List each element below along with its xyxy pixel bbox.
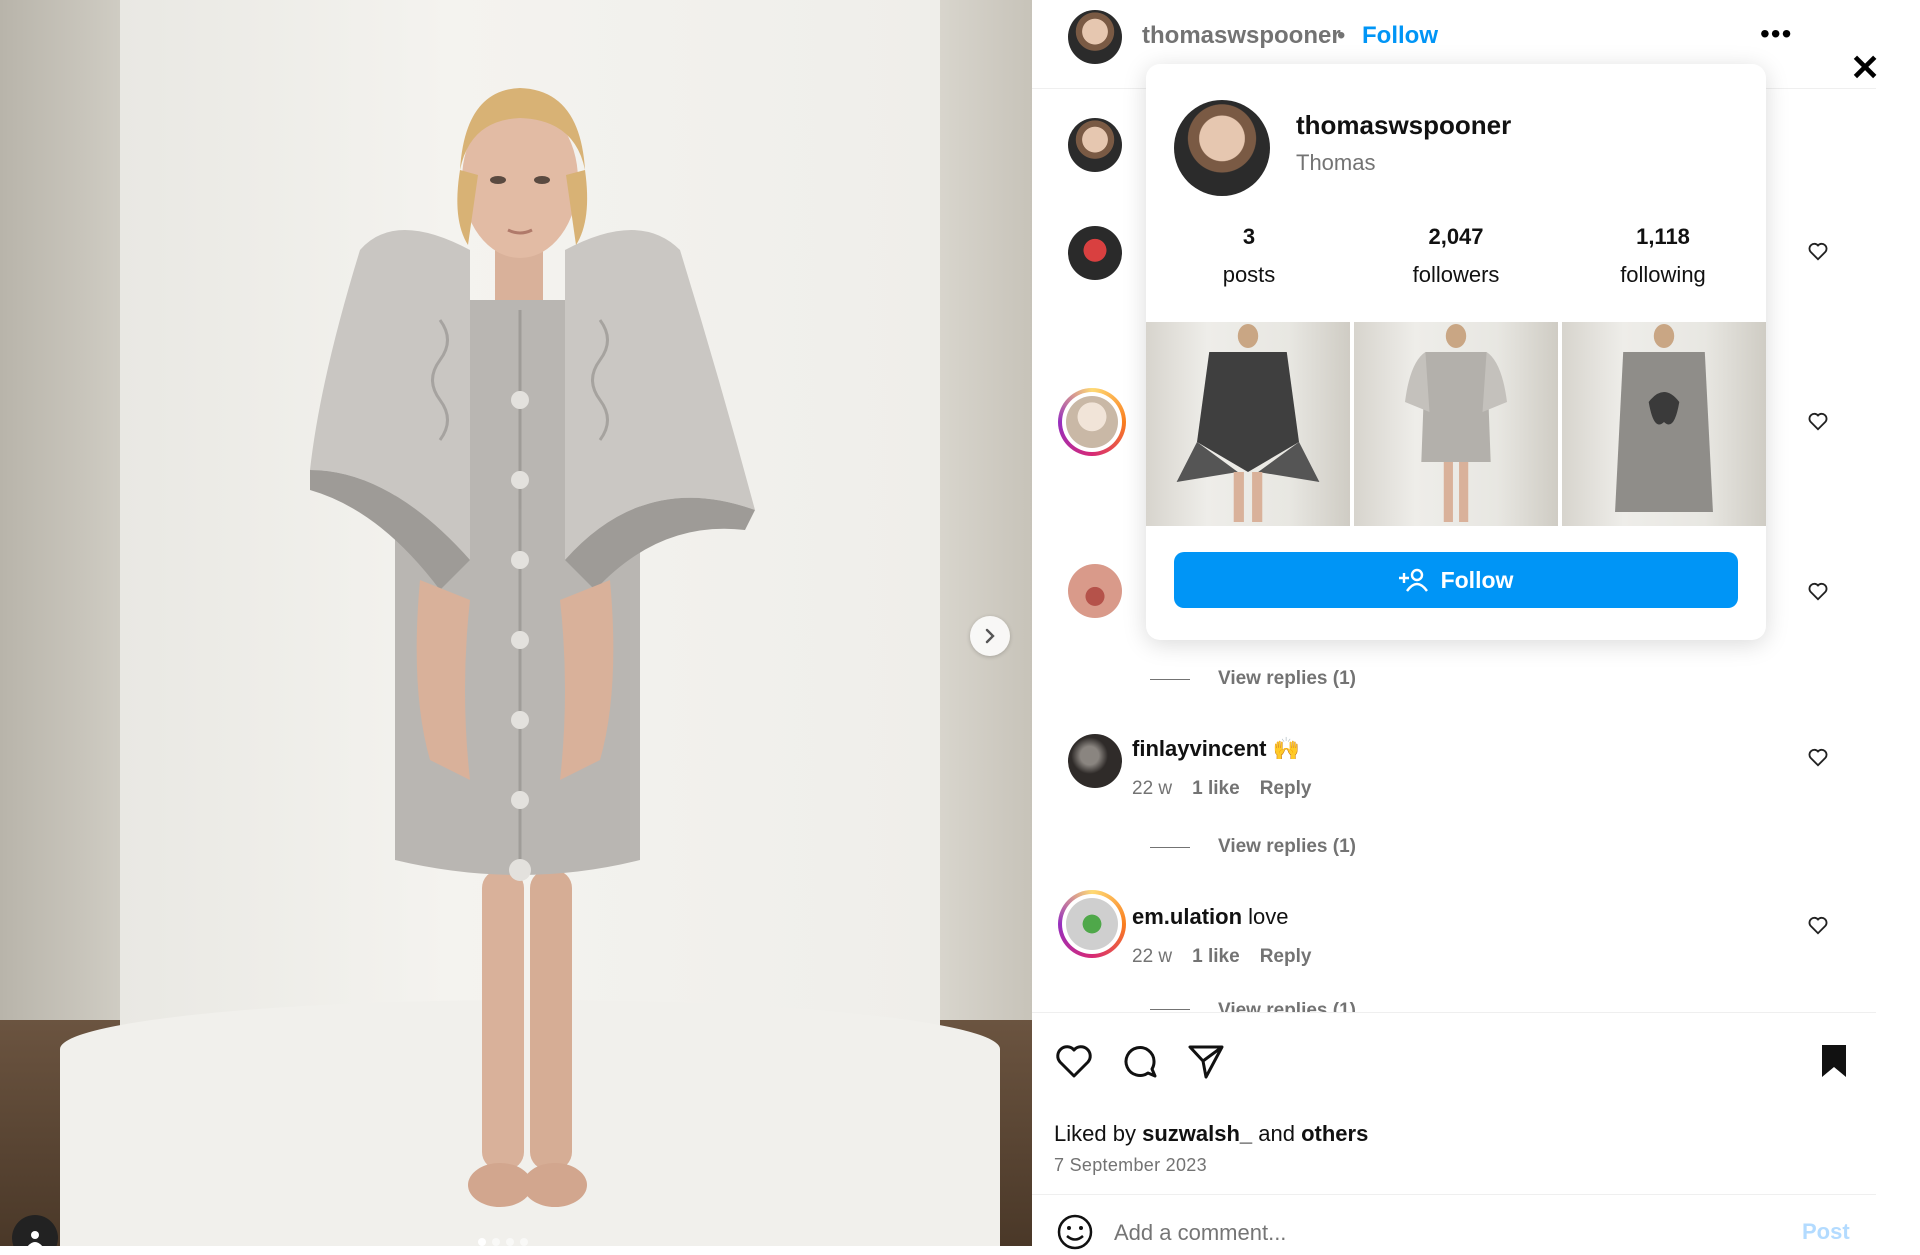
post-thumbnail[interactable] — [1354, 322, 1558, 526]
comment-likes[interactable]: 1 like — [1192, 778, 1240, 800]
replies-line — [1150, 1009, 1190, 1010]
comment-like-icon[interactable] — [1807, 240, 1829, 262]
profile-hover-card: thomaswspooner Thomas 3 posts 2,047 foll… — [1146, 64, 1766, 640]
comment-time[interactable]: 22 w — [1132, 778, 1172, 800]
view-replies-button[interactable]: View replies (1) — [1150, 1000, 1356, 1012]
comment-bubble-icon[interactable] — [1120, 1041, 1160, 1081]
caption-avatar[interactable] — [1068, 118, 1122, 172]
comment-username[interactable]: em.ulation — [1132, 904, 1242, 929]
stat-value: 3 — [1242, 224, 1256, 249]
replies-line — [1150, 846, 1190, 848]
model-figure — [310, 88, 755, 1207]
emoji-icon[interactable] — [1056, 1213, 1094, 1251]
next-photo-button[interactable] — [970, 616, 1010, 656]
popup-follow-label: Follow — [1440, 566, 1514, 593]
comment-meta: 22 w 1 like Reply — [1132, 946, 1311, 968]
story-ring-avatar[interactable] — [1058, 388, 1126, 456]
thumbnail-figure — [1405, 324, 1507, 522]
replies-line — [1150, 678, 1190, 680]
header-follow-button[interactable]: Follow — [1362, 22, 1438, 50]
comment-text: 🙌 — [1272, 736, 1301, 761]
post-thumbnail[interactable] — [1562, 322, 1766, 526]
story-ring-avatar[interactable] — [1058, 890, 1126, 958]
liked-user-link[interactable]: suzwalsh_ — [1142, 1121, 1252, 1146]
post-thumbnail[interactable] — [1146, 322, 1350, 526]
comment-time[interactable]: 22 w — [1132, 946, 1172, 968]
stat-value: 2,047 — [1428, 224, 1484, 249]
comment-avatar[interactable] — [1068, 226, 1122, 280]
popup-username[interactable]: thomaswspooner — [1296, 110, 1511, 141]
comment-likes[interactable]: 1 like — [1192, 946, 1240, 968]
more-options-icon[interactable]: ••• — [1760, 18, 1792, 50]
post-date[interactable]: 7 September 2023 — [1054, 1155, 1207, 1176]
view-replies-button[interactable]: View replies (1) — [1150, 668, 1356, 690]
comment-input[interactable] — [1112, 1219, 1676, 1247]
thumbnail-figure — [1176, 324, 1320, 522]
header-separator: • — [1337, 22, 1346, 49]
stat-followers: 2,047 followers — [1353, 224, 1559, 288]
liked-by-line: Liked by suzwalsh_ and others — [1054, 1121, 1368, 1147]
comment-body: em.ulation love — [1132, 904, 1289, 930]
popup-follow-button[interactable]: Follow — [1174, 552, 1738, 608]
popup-post-grid — [1146, 322, 1766, 526]
like-heart-icon[interactable] — [1054, 1041, 1094, 1081]
comment-text: love — [1248, 904, 1289, 929]
stat-label: following — [1620, 262, 1706, 287]
author-avatar[interactable] — [1068, 10, 1122, 64]
person-icon — [27, 1231, 43, 1246]
comment-body: finlayvincent 🙌 — [1132, 736, 1300, 762]
carousel-dot[interactable] — [506, 1238, 514, 1246]
carousel-dot[interactable] — [492, 1238, 500, 1246]
stat-following: 1,118 following — [1560, 224, 1766, 288]
view-replies-button[interactable]: View replies (1) — [1150, 836, 1356, 858]
comment-like-icon[interactable] — [1807, 580, 1829, 602]
liked-prefix: Liked by — [1054, 1121, 1136, 1146]
view-replies-label: View replies (1) — [1218, 836, 1356, 857]
comment-username[interactable]: finlayvincent — [1132, 736, 1266, 761]
comment-reply-button[interactable]: Reply — [1260, 946, 1312, 968]
comment-reply-button[interactable]: Reply — [1260, 778, 1312, 800]
comment-meta: 22 w 1 like Reply — [1132, 778, 1311, 800]
liked-and: and — [1258, 1121, 1295, 1146]
author-username[interactable]: thomaswspooner — [1142, 22, 1341, 50]
stat-value: 1,118 — [1636, 224, 1690, 249]
comment-like-icon[interactable] — [1807, 410, 1829, 432]
carousel-dots — [478, 1238, 528, 1246]
liked-others-link[interactable]: others — [1301, 1121, 1368, 1146]
stat-posts: 3 posts — [1146, 224, 1352, 288]
stat-label: posts — [1222, 262, 1276, 287]
view-replies-label: View replies (1) — [1218, 668, 1356, 689]
comment-like-icon[interactable] — [1807, 746, 1829, 768]
comment-avatar[interactable] — [1068, 734, 1122, 788]
view-replies-label: View replies (1) — [1218, 1000, 1356, 1012]
popup-full-name: Thomas — [1296, 150, 1376, 175]
comment-like-icon[interactable] — [1807, 914, 1829, 936]
comment-avatar[interactable] — [1068, 564, 1122, 618]
add-person-icon — [1398, 568, 1428, 592]
close-icon[interactable]: ✕ — [1850, 50, 1880, 86]
chevron-right-icon — [985, 628, 995, 644]
thumbnail-figure — [1615, 324, 1713, 512]
share-send-icon[interactable] — [1186, 1041, 1226, 1081]
bookmark-icon[interactable] — [1814, 1041, 1854, 1081]
post-photo[interactable] — [0, 0, 1032, 1246]
carousel-dot[interactable] — [520, 1238, 528, 1246]
stat-label: followers — [1412, 262, 1500, 287]
carousel-dot[interactable] — [478, 1238, 486, 1246]
popup-avatar[interactable] — [1174, 100, 1270, 196]
post-comment-button[interactable]: Post — [1802, 1219, 1850, 1245]
